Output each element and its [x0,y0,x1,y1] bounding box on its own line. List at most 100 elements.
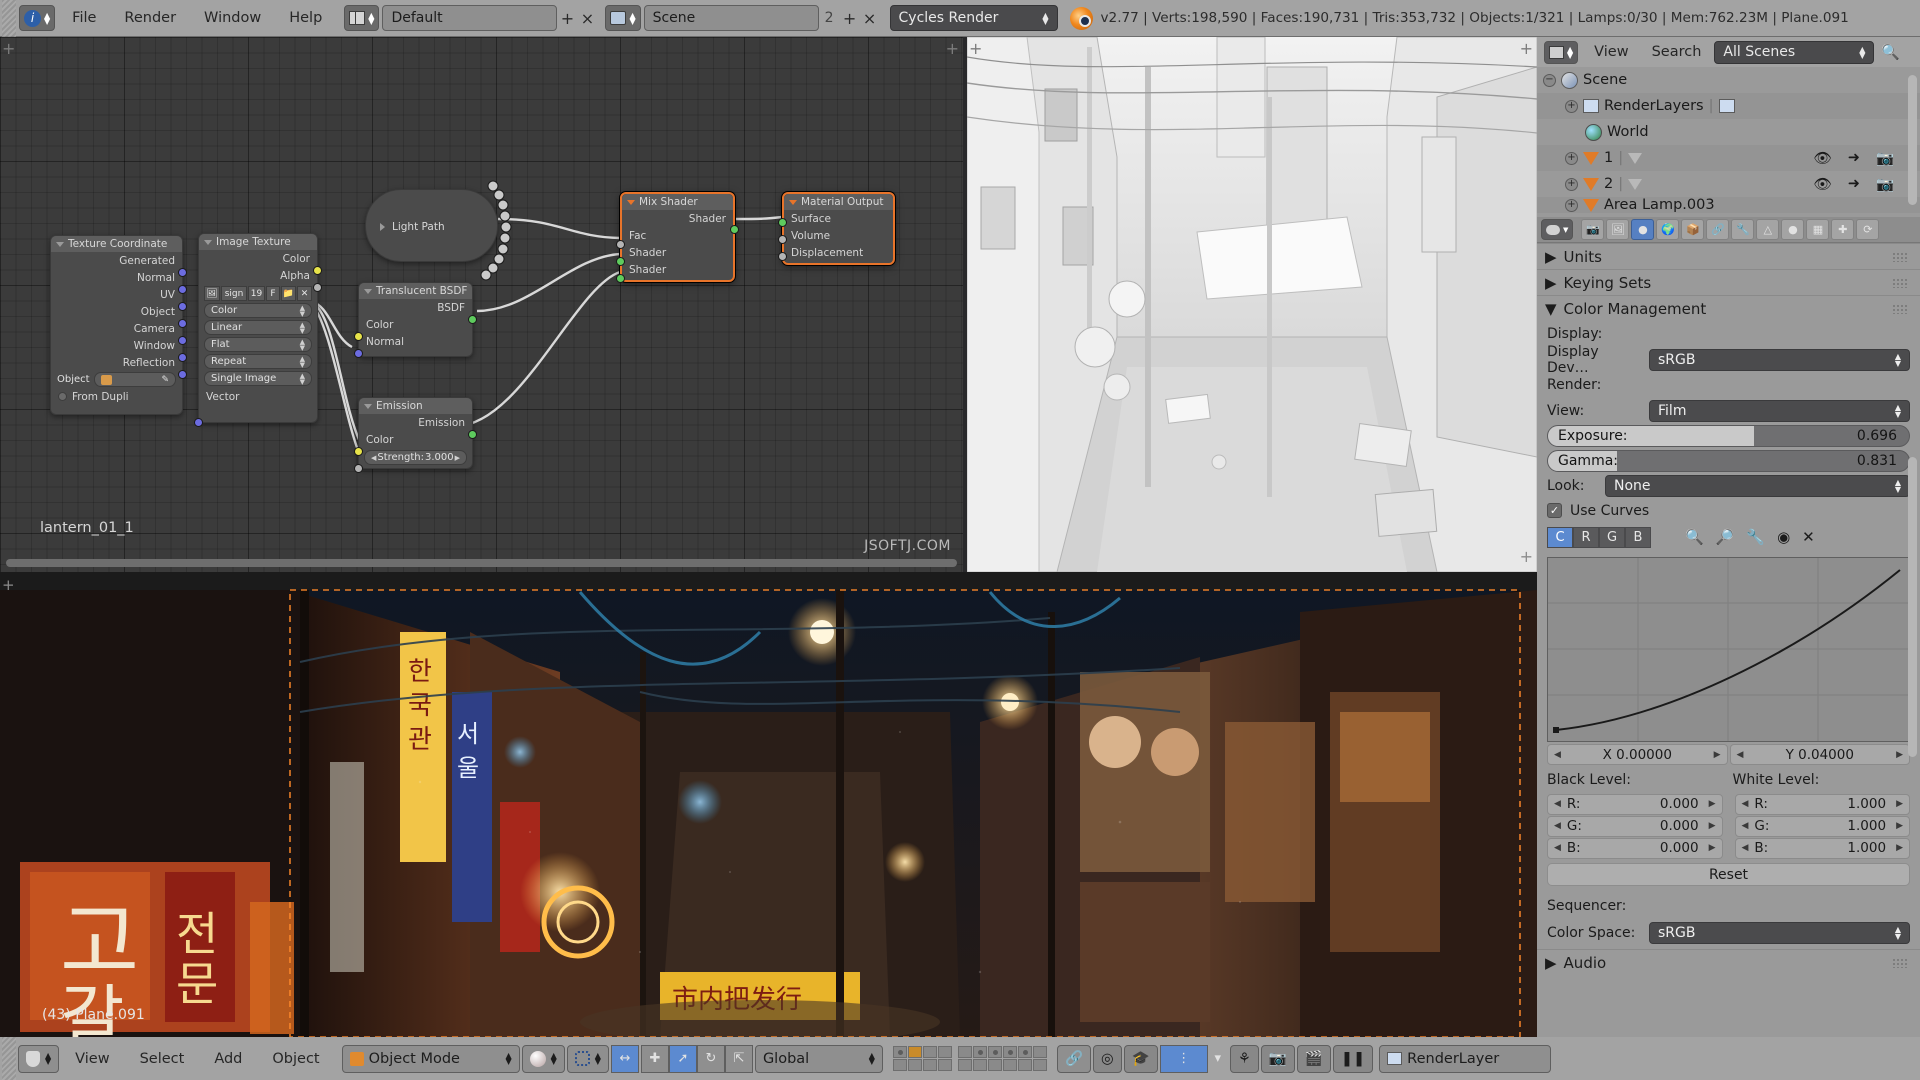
from-dupli-checkbox[interactable]: From Dupli [51,388,182,405]
outliner-scrollbar[interactable] [1908,75,1917,205]
properties-tab-modifiers[interactable]: 🔧 [1731,219,1755,240]
socket-emission-out[interactable] [468,430,477,439]
expand-toggle-icon[interactable]: − [1543,73,1556,87]
properties-area[interactable]: ▼ 📷 🖼 ● 🌍 📦 🔗 🔧 △ ● ▦ ✚ ⟳ ▶ Units ▶ Keyi… [1537,217,1920,1037]
viewport-corner-widget[interactable]: + [1520,547,1533,566]
editor-type-info-button[interactable]: i ▲ ▼ [19,5,56,31]
visibility-eye-icon[interactable]: 👁 [1813,176,1831,193]
chevron-left-icon[interactable]: ◀ [1742,821,1749,831]
interaction-mode-dropdown[interactable]: Object Mode ▲ ▼ [341,1044,520,1073]
panel-units[interactable]: ▶ Units [1537,243,1920,269]
layer-cell[interactable] [922,1059,937,1071]
node-header[interactable]: Mix Shader [622,194,733,210]
socket-color-out[interactable] [313,266,322,275]
node-header[interactable]: Translucent BSDF [359,283,472,299]
viewport-properties-toggle[interactable]: + [1520,39,1533,58]
properties-tab-particles[interactable]: ✚ [1831,219,1855,240]
fake-user-button[interactable]: F [266,286,280,301]
outliner-menu-search[interactable]: Search [1642,37,1712,67]
look-row[interactable]: Look: None ▲ ▼ [1537,473,1920,498]
render-slot-dropdown[interactable]: RenderLayer [1379,1044,1552,1073]
node-material-output[interactable]: Material Output Surface Volume Displacem… [778,192,895,265]
node-header[interactable]: Texture Coordinate [51,236,182,252]
node-editor-area[interactable]: Texture Coordinate Generated Normal UV O… [0,37,963,572]
chevron-left-icon[interactable]: ◀ [371,454,376,461]
selectability-cursor-icon[interactable]: ➜ [1848,176,1860,192]
outliner-row-area-lamp[interactable]: + Area Lamp.003 [1537,197,1920,213]
panel-drag-dots[interactable] [1892,277,1908,288]
chevron-right-icon[interactable]: ▶ [1896,799,1903,809]
properties-tab-world[interactable]: 🌍 [1656,219,1680,240]
curve-channel-buttons[interactable]: C R G B [1547,526,1651,548]
panel-drag-dots[interactable] [1892,957,1908,968]
node-header[interactable]: Emission [359,398,472,414]
extension-dropdown[interactable]: Repeat ▲ ▼ [204,354,312,369]
expand-toggle-icon[interactable]: + [1565,99,1578,113]
viewport-menu-add[interactable]: Add [200,1037,256,1080]
new-image-button[interactable]: 📁 [281,286,296,301]
layer-cell[interactable] [957,1046,972,1058]
visibility-eye-icon[interactable]: 👁 [1813,150,1831,167]
interpolation-dropdown[interactable]: Linear ▲ ▼ [204,320,312,335]
eyedropper-icon[interactable]: ✎ [161,375,169,385]
socket-alpha-out[interactable] [313,283,322,292]
renderability-camera-icon[interactable]: 📷 [1876,150,1894,167]
rotate-manipulator-icon[interactable]: ➚ [668,1044,697,1073]
outliner-row-group-1[interactable]: + 1 | 👁 ➜ 📷 [1537,145,1920,171]
node-header[interactable]: Image Texture [199,234,317,250]
outliner-display-mode-button[interactable]: ▲ ▼ [1544,40,1579,64]
gamma-row[interactable]: Gamma: 0.831 [1537,448,1920,473]
header-grip[interactable] [2,0,16,37]
chevron-left-icon[interactable]: ◀ [1737,750,1744,760]
layer-cell[interactable] [937,1046,952,1058]
pause-render-button[interactable]: ❚❚ [1332,1044,1374,1073]
delete-layout-button[interactable]: × [577,6,597,30]
image-editor-toolshelf-toggle[interactable]: + [2,576,15,594]
properties-tab-render-layers[interactable]: 🖼 [1606,219,1630,240]
layer-cell[interactable] [907,1046,922,1058]
layer-cell[interactable] [1002,1046,1017,1058]
node-image-texture[interactable]: Image Texture Color Alpha 🖼 sign 19 F 📁 … [194,233,322,427]
translate-manipulator-icon[interactable]: ✚ [640,1044,669,1073]
viewport-menu-select[interactable]: Select [126,1037,199,1080]
viewport-shading-dropdown[interactable]: ▲ ▼ [521,1044,565,1073]
snap-target-button[interactable]: ⚘ [1229,1044,1259,1073]
socket-shader-out[interactable] [730,225,739,234]
menu-render[interactable]: Render [110,0,190,37]
white-level-b-field[interactable]: ◀ B: 1.000 ▶ [1734,837,1910,859]
outliner-row-scene[interactable]: − Scene [1537,67,1920,93]
scale-manipulator-alt-icon[interactable]: ⇱ [724,1044,753,1073]
scene-selector[interactable]: ▲ ▼ [605,5,641,31]
node-emission[interactable]: Emission Emission Color ◀ Strength: 3.00… [354,397,477,473]
properties-tab-constraints[interactable]: 🔗 [1706,219,1730,240]
color-space-dropdown[interactable]: Color ▲ ▼ [204,303,312,318]
socket-uv[interactable] [178,302,187,311]
zoom-out-icon[interactable]: 🔎 [1716,528,1735,546]
socket-surface-in[interactable] [778,218,787,227]
curve-point-row[interactable]: ◀ X 0.00000 ▶ ◀ Y 0.04000 ▶ [1537,742,1920,767]
use-curves-checkbox[interactable]: ✓ [1547,503,1562,518]
curve-channel-c[interactable]: C [1547,526,1573,548]
level-row-b[interactable]: ◀ B: 0.000 ▶ ◀ B: 1.000 ▶ [1537,837,1920,859]
scale-manipulator-icon[interactable]: ↻ [696,1044,725,1073]
layer-cell[interactable] [1017,1046,1032,1058]
panel-drag-dots[interactable] [1892,251,1908,262]
layer-cell[interactable] [972,1059,987,1071]
image-users-count[interactable]: 19 [248,286,265,301]
snap-element-icon[interactable]: ⋮ [1159,1044,1208,1073]
menu-help[interactable]: Help [275,0,336,37]
color-space-dropdown[interactable]: sRGB ▲ ▼ [1649,921,1910,944]
node-editor-properties-toggle[interactable]: + [946,39,959,58]
black-level-g-field[interactable]: ◀ G: 0.000 ▶ [1547,815,1723,837]
menu-file[interactable]: File [58,0,110,37]
chevron-right-icon[interactable]: ▶ [1896,821,1903,831]
panel-drag-dots[interactable] [1892,303,1908,314]
chevron-updown-icon[interactable]: ▾ [1208,1045,1228,1073]
socket-strength-in[interactable] [354,464,363,473]
projection-dropdown[interactable]: Flat ▲ ▼ [204,337,312,352]
expand-triangle-icon[interactable] [380,222,385,231]
collapse-triangle-icon[interactable] [364,403,372,409]
object-picker-field[interactable]: ✎ [93,372,176,387]
outliner-menu-view[interactable]: View [1584,37,1638,67]
curve-channel-r[interactable]: R [1573,526,1599,548]
